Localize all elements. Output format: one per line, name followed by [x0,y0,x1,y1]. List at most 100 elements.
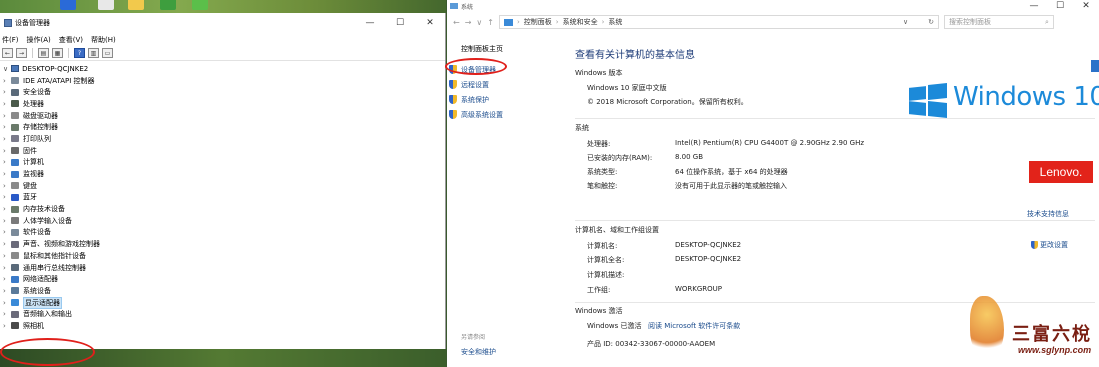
desktop-shortcut-icon[interactable] [128,0,144,10]
system-protection-link[interactable]: 系统保护 [449,92,565,107]
device-category-row[interactable]: › 通用串行总线控制器 [0,262,445,274]
properties-icon[interactable]: ▦ [52,48,63,58]
device-category-row[interactable]: › 固件 [0,145,445,157]
chevron-right-icon[interactable]: › [3,275,11,283]
chevron-right-icon[interactable]: › [3,88,11,96]
tree-root-computer[interactable]: ∨ DESKTOP-QCJNKE2 [0,63,445,75]
chevron-right-icon[interactable]: › [3,77,11,85]
device-category-row[interactable]: › 处理器 [0,98,445,110]
back-arrow-icon[interactable]: ← [2,48,13,58]
show-hide-tree-icon[interactable]: ▤ [38,48,49,58]
device-category-row[interactable]: › 监视器 [0,168,445,180]
desktop-shortcut-icon[interactable] [60,0,76,10]
chevron-right-icon[interactable]: › [602,18,605,26]
chevron-down-icon[interactable]: ∨ [3,65,8,73]
address-bar[interactable]: › 控制面板 › 系统和安全 › 系统 ∨ ↻ [498,15,939,29]
control-panel-home-link[interactable]: 控制面板主页 [461,44,565,54]
device-manager-link[interactable]: 设备管理器 [449,62,565,77]
chevron-right-icon[interactable]: › [3,264,11,272]
dropdown-icon[interactable]: ∨ [903,18,908,26]
minimize-button[interactable]: — [1021,0,1047,12]
chevron-right-icon[interactable]: › [3,100,11,108]
menu-action[interactable]: 操作(A) [27,35,51,45]
side-scroll-tab[interactable] [1091,60,1099,72]
system-protection-label[interactable]: 系统保护 [461,95,489,105]
forward-arrow-icon[interactable]: → [16,48,27,58]
menu-help[interactable]: 帮助(H) [91,35,116,45]
security-maintenance-link[interactable]: 安全和维护 [461,347,496,357]
chevron-right-icon[interactable]: › [3,193,11,201]
chevron-right-icon[interactable]: › [3,322,11,330]
device-category-row[interactable]: › 存储控制器 [0,121,445,133]
device-category-row[interactable]: › 打印队列 [0,133,445,145]
device-category-row[interactable]: › 显示适配器 [0,296,445,309]
remote-settings-label[interactable]: 远程设置 [461,80,489,90]
chevron-right-icon[interactable]: › [3,299,11,307]
remote-settings-link[interactable]: 远程设置 [449,77,565,92]
device-category-icon [11,299,19,307]
device-manager-label[interactable]: 设备管理器 [461,65,496,75]
device-category-row[interactable]: › 音频输入和输出 [0,308,445,320]
chevron-right-icon[interactable]: › [3,135,11,143]
chevron-right-icon[interactable]: › [3,217,11,225]
license-terms-link[interactable]: 阅读 Microsoft 软件许可条款 [648,321,740,331]
chevron-right-icon[interactable]: › [3,240,11,248]
chevron-right-icon[interactable]: › [3,252,11,260]
chevron-right-icon[interactable]: › [3,158,11,166]
device-category-row[interactable]: › 声音、视频和游戏控制器 [0,238,445,250]
device-category-row[interactable]: › 网络适配器 [0,273,445,285]
device-category-row[interactable]: › 安全设备 [0,86,445,98]
device-category-row[interactable]: › 照相机 [0,320,445,332]
device-category-row[interactable]: › IDE ATA/ATAPI 控制器 [0,75,445,87]
desktop-shortcut-icon[interactable] [98,0,114,10]
help-icon[interactable]: ? [74,48,85,58]
refresh-icon[interactable]: ↻ [928,18,934,26]
device-category-row[interactable]: › 人体学输入设备 [0,215,445,227]
menu-file[interactable]: 件(F) [2,35,19,45]
chevron-right-icon[interactable]: › [3,147,11,155]
device-category-row[interactable]: › 系统设备 [0,285,445,297]
desktop-shortcut-icon[interactable] [160,0,176,10]
device-category-row[interactable]: › 蓝牙 [0,192,445,204]
back-arrow-icon[interactable]: ← [453,18,460,27]
chevron-right-icon[interactable]: › [3,205,11,213]
scan-hardware-icon[interactable]: ▭ [102,48,113,58]
chevron-right-icon[interactable]: › [3,170,11,178]
change-settings-link[interactable]: 更改设置 [1031,240,1068,250]
device-category-row[interactable]: › 软件设备 [0,227,445,239]
chevron-right-icon[interactable]: › [3,182,11,190]
chevron-right-icon[interactable]: › [3,123,11,131]
breadcrumb-system-security[interactable]: 系统和安全 [563,17,598,27]
device-category-label: 磁盘驱动器 [23,111,58,120]
close-button[interactable]: ✕ [415,13,445,33]
support-info-link[interactable]: 技术支持信息 [1027,209,1069,219]
advanced-settings-label[interactable]: 高级系统设置 [461,110,503,120]
device-category-row[interactable]: › 键盘 [0,180,445,192]
forward-arrow-icon[interactable]: → [465,18,472,27]
chevron-right-icon[interactable]: › [3,287,11,295]
device-category-row[interactable]: › 计算机 [0,157,445,169]
change-settings-label[interactable]: 更改设置 [1040,240,1068,250]
menu-view[interactable]: 查看(V) [59,35,83,45]
maximize-button[interactable]: ☐ [1047,0,1073,12]
chevron-right-icon[interactable]: › [3,310,11,318]
chevron-right-icon[interactable]: › [3,112,11,120]
chevron-right-icon[interactable]: › [517,18,520,26]
device-list-icon[interactable]: ▥ [88,48,99,58]
chevron-right-icon[interactable]: › [3,228,11,236]
advanced-settings-link[interactable]: 高级系统设置 [449,107,565,122]
device-category-row[interactable]: › 鼠标和其他指针设备 [0,250,445,262]
device-category-row[interactable]: › 内存技术设备 [0,203,445,215]
maximize-button[interactable]: ☐ [385,13,415,33]
chevron-right-icon[interactable]: › [556,18,559,26]
search-icon[interactable]: ⌕ [1045,18,1049,27]
close-button[interactable]: ✕ [1073,0,1099,12]
desktop-shortcut-icon[interactable] [192,0,208,10]
chevron-down-icon[interactable]: ∨ [476,18,482,27]
device-category-row[interactable]: › 磁盘驱动器 [0,110,445,122]
minimize-button[interactable]: — [355,13,385,33]
breadcrumb-system[interactable]: 系统 [608,17,622,27]
up-arrow-icon[interactable]: ↑ [487,18,494,27]
breadcrumb-control-panel[interactable]: 控制面板 [524,17,552,27]
search-input[interactable]: 搜索控制面板 ⌕ [943,15,1054,29]
